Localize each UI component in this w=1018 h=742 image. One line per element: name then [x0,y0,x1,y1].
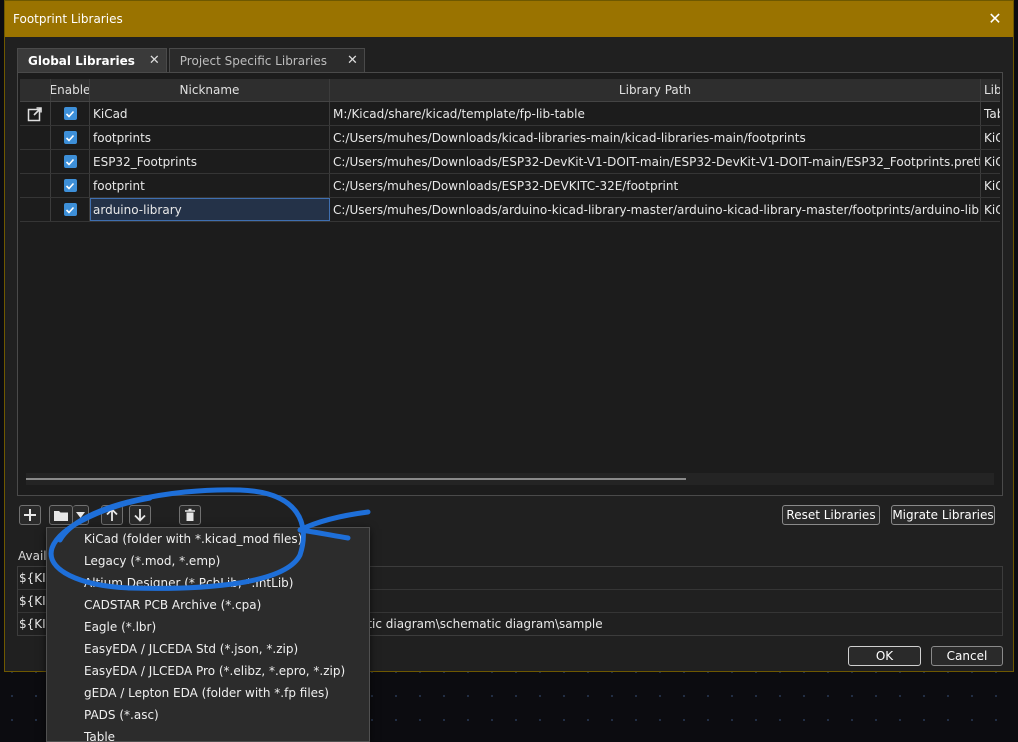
close-icon[interactable]: ✕ [985,9,1005,29]
table-row[interactable]: arduino-library C:/Users/muhes/Downloads… [20,198,1000,222]
checkbox-check-icon [63,131,77,144]
reset-libraries-button[interactable]: Reset Libraries [782,505,880,525]
menu-item-easyeda-std[interactable]: EasyEDA / JLCEDA Std (*.json, *.zip) [47,638,369,660]
checkbox-check-icon [63,155,77,168]
libraries-panel: Enable Nickname Library Path Lib KiCad M… [17,72,1003,496]
open-cell [20,126,51,149]
nickname-cell[interactable]: KiCad [90,102,330,125]
variable-name: ${KIPR [19,617,62,631]
open-table-icon[interactable] [20,102,51,125]
header-library-type[interactable]: Lib [981,79,1000,101]
scrollbar-thumb[interactable] [26,478,686,480]
type-cell[interactable]: KiC [981,126,1000,149]
library-tabs: Global Libraries ✕ Project Specific Libr… [17,48,367,72]
arrow-down-icon [134,509,146,522]
chevron-down-icon [76,512,85,518]
type-cell[interactable]: KiC [981,174,1000,197]
path-cell[interactable]: C:/Users/muhes/Downloads/arduino-kicad-l… [330,198,981,221]
plus-icon [24,509,36,521]
library-type-dropdown[interactable] [73,505,89,525]
migrate-libraries-button[interactable]: Migrate Libraries [891,505,995,525]
grid-header: Enable Nickname Library Path Lib [20,79,1000,102]
cancel-button[interactable]: Cancel [931,646,1003,666]
menu-item-eagle[interactable]: Eagle (*.lbr) [47,616,369,638]
add-library-button[interactable] [19,505,41,525]
nickname-cell[interactable]: footprint [90,174,330,197]
folder-icon [54,510,68,521]
header-library-path[interactable]: Library Path [330,79,981,101]
delete-library-button[interactable] [179,505,201,525]
type-cell[interactable]: KiC [981,150,1000,173]
nickname-cell[interactable]: footprints [90,126,330,149]
enable-checkbox[interactable] [51,102,90,125]
enable-checkbox[interactable] [51,150,90,173]
tab-global-libraries[interactable]: Global Libraries ✕ [17,48,167,72]
tab-project-specific-libraries[interactable]: Project Specific Libraries ✕ [168,48,365,72]
arrow-up-icon [106,508,118,521]
menu-item-altium[interactable]: Altium Designer (*.PcbLib, *.IntLib) [47,572,369,594]
header-enable[interactable]: Enable [51,79,90,101]
menu-item-table[interactable]: Table [47,726,369,741]
menu-item-legacy[interactable]: Legacy (*.mod, *.emp) [47,550,369,572]
menu-item-cadstar[interactable]: CADSTAR PCB Archive (*.cpa) [47,594,369,616]
open-cell [20,150,51,173]
browse-folder-button[interactable] [49,505,73,525]
path-cell[interactable]: C:/Users/muhes/Downloads/kicad-libraries… [330,126,981,149]
dialog-title: Footprint Libraries [13,12,123,26]
open-cell [20,198,51,221]
open-cell [20,174,51,197]
menu-item-easyeda-pro[interactable]: EasyEDA / JLCEDA Pro (*.elibz, *.epro, *… [47,660,369,682]
menu-item-kicad[interactable]: KiCad (folder with *.kicad_mod files) [47,528,369,550]
ok-button[interactable]: OK [848,646,921,666]
table-row[interactable]: footprint C:/Users/muhes/Downloads/ESP32… [20,174,1000,198]
move-up-button[interactable] [101,505,123,525]
variable-name: ${KICA [19,594,63,608]
library-type-menu: KiCad (folder with *.kicad_mod files) Le… [46,527,370,742]
checkbox-check-icon [63,203,77,216]
type-cell[interactable]: Tab [981,102,1000,125]
trash-icon [185,508,195,521]
checkbox-check-icon [63,179,77,192]
table-row[interactable]: footprints C:/Users/muhes/Downloads/kica… [20,126,1000,150]
tab-label: Global Libraries [28,53,135,68]
menu-item-pads[interactable]: PADS (*.asc) [47,704,369,726]
path-cell[interactable]: C:/Users/muhes/Downloads/ESP32-DEVKITC-3… [330,174,981,197]
enable-checkbox[interactable] [51,198,90,221]
horizontal-scrollbar[interactable] [26,473,994,485]
tab-label: Project Specific Libraries [179,53,327,68]
title-bar: Footprint Libraries ✕ [5,1,1013,37]
variable-value: atic diagram\schematic diagram\sample [360,617,603,631]
menu-item-geda[interactable]: gEDA / Lepton EDA (folder with *.fp file… [47,682,369,704]
table-row[interactable]: ESP32_Footprints C:/Users/muhes/Download… [20,150,1000,174]
variable-name: ${KICA [19,571,63,585]
type-cell[interactable]: KiC [981,198,1000,221]
enable-checkbox[interactable] [51,126,90,149]
path-cell[interactable]: M:/Kicad/share/kicad/template/fp-lib-tab… [330,102,981,125]
nickname-cell[interactable]: arduino-library [90,198,330,221]
tab-close-icon[interactable]: ✕ [347,53,358,68]
checkbox-check-icon [63,107,77,120]
header-open [20,79,51,101]
enable-checkbox[interactable] [51,174,90,197]
tab-close-icon[interactable]: ✕ [149,53,160,68]
library-grid: Enable Nickname Library Path Lib KiCad M… [20,79,1000,222]
nickname-cell[interactable]: ESP32_Footprints [90,150,330,173]
move-down-button[interactable] [129,505,151,525]
table-row[interactable]: KiCad M:/Kicad/share/kicad/template/fp-l… [20,102,1000,126]
path-cell[interactable]: C:/Users/muhes/Downloads/ESP32-DevKit-V1… [330,150,981,173]
header-nickname[interactable]: Nickname [90,79,330,101]
